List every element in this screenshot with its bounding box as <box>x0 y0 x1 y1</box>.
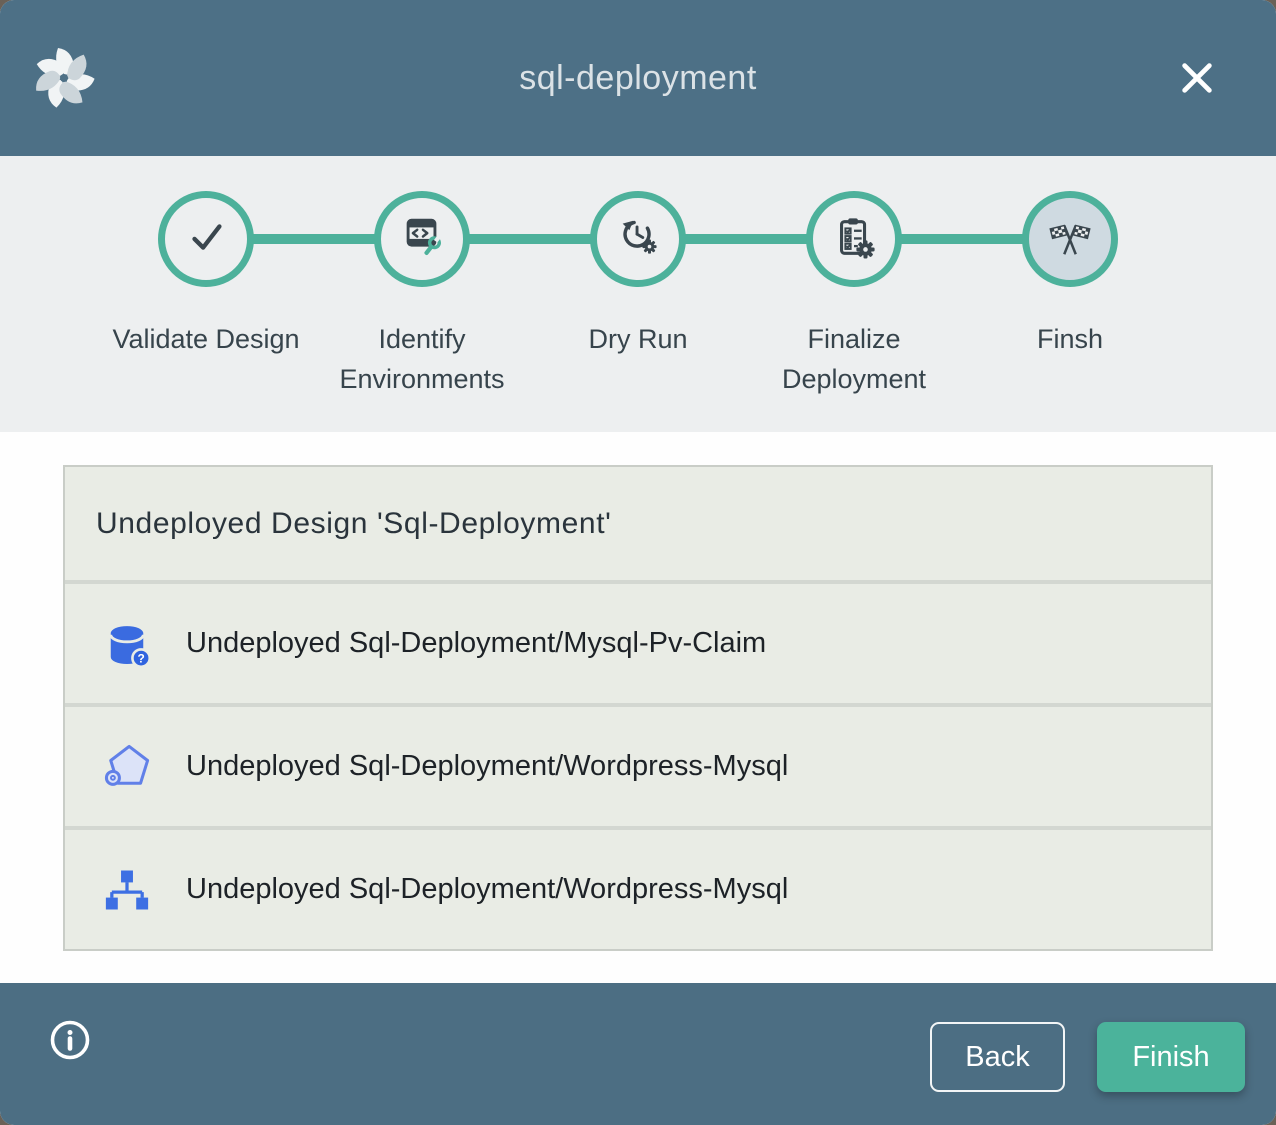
step-circle <box>590 191 686 287</box>
step-validate-design: Validate Design <box>98 156 314 399</box>
database-icon: ? <box>101 618 153 670</box>
status-row: Undeployed Sql-Deployment/Wordpress-Mysq… <box>65 826 1211 949</box>
step-connector <box>901 234 1023 244</box>
step-finalize-deployment: Finalize Deployment <box>746 156 962 399</box>
step-circle <box>1022 191 1118 287</box>
step-circle <box>374 191 470 287</box>
step-label: Validate Design <box>112 319 299 359</box>
step-label: Dry Run <box>588 319 687 359</box>
panel-header-row: Undeployed Design 'Sql-Deployment' <box>65 467 1211 580</box>
clipboard-gear-icon <box>831 214 877 265</box>
status-text: Undeployed Sql-Deployment/Wordpress-Mysq… <box>186 873 788 906</box>
step-connector <box>685 234 807 244</box>
pod-pentagon-icon <box>101 741 153 793</box>
back-button[interactable]: Back <box>930 1022 1065 1092</box>
step-connector <box>469 234 591 244</box>
code-window-wrench-icon <box>399 214 445 265</box>
status-text: Undeployed Sql-Deployment/Wordpress-Mysq… <box>186 750 788 783</box>
status-text: Undeployed Sql-Deployment/Mysql-Pv-Claim <box>186 627 766 660</box>
pinwheel-logo-icon <box>30 44 98 112</box>
content-area: Undeployed Design 'Sql-Deployment' ? Und… <box>0 432 1276 983</box>
deployment-dialog: sql-deployment <box>0 0 1276 1125</box>
hierarchy-icon <box>101 864 153 916</box>
step-label: Finalize Deployment <box>754 319 954 399</box>
step-label: Finsh <box>1037 319 1103 359</box>
header-bar: sql-deployment <box>0 0 1276 156</box>
step-identify-environments: Identify Environments <box>314 156 530 399</box>
step-circle <box>158 191 254 287</box>
finish-button[interactable]: Finish <box>1097 1022 1245 1092</box>
close-x-icon <box>1178 85 1216 100</box>
checkmark-icon <box>183 214 229 265</box>
history-gear-icon <box>615 214 661 265</box>
step-dry-run: Dry Run <box>530 156 746 399</box>
status-panel: Undeployed Design 'Sql-Deployment' ? Und… <box>63 465 1213 951</box>
dialog-title: sql-deployment <box>519 59 757 98</box>
step-label: Identify Environments <box>322 319 522 399</box>
wizard-stepper: Validate Design <box>0 156 1276 432</box>
status-row: Undeployed Sql-Deployment/Wordpress-Mysq… <box>65 703 1211 826</box>
footer-bar: Back Finish <box>0 983 1276 1125</box>
info-icon <box>48 1050 92 1065</box>
checkered-flags-icon <box>1047 214 1093 265</box>
step-circle <box>806 191 902 287</box>
step-connector <box>253 234 375 244</box>
close-button[interactable] <box>1174 55 1220 101</box>
panel-header-text: Undeployed Design 'Sql-Deployment' <box>96 507 611 541</box>
question-badge: ? <box>137 651 144 665</box>
step-finish: Finsh <box>962 156 1178 399</box>
status-row: ? Undeployed Sql-Deployment/Mysql-Pv-Cla… <box>65 580 1211 703</box>
info-button[interactable] <box>48 1018 92 1062</box>
